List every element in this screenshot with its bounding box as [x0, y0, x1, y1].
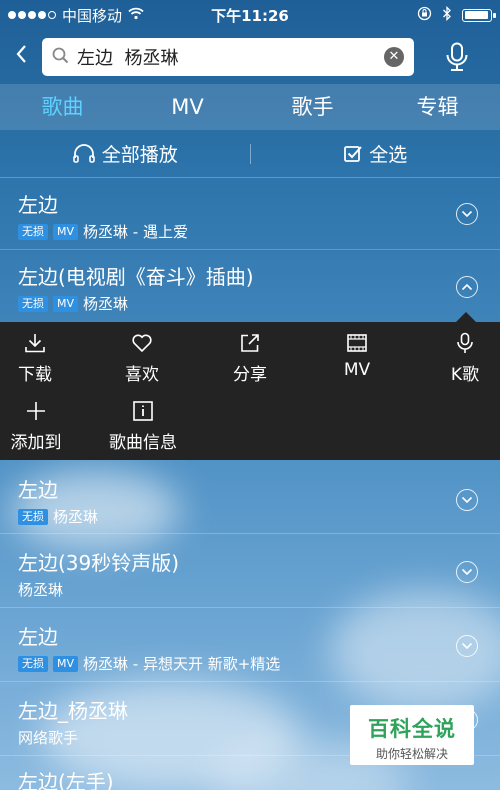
song-title: 左边(39秒铃声版) [18, 551, 180, 575]
song-artist: 杨丞琳 [18, 581, 64, 599]
tab-artists[interactable]: 歌手 [250, 84, 375, 130]
voice-search-button[interactable] [414, 42, 500, 72]
info-icon [133, 401, 153, 421]
expand-button[interactable] [456, 561, 478, 583]
add-to-label: 添加到 [10, 433, 62, 453]
watermark-logo: 百科全说 助你轻松解决 [350, 705, 474, 765]
select-all-button[interactable]: 全选 [251, 140, 500, 167]
download-label: 下载 [18, 365, 52, 385]
battery-icon [462, 8, 496, 22]
list-actions: 全部播放 全选 [0, 130, 500, 178]
like-label: 喜欢 [125, 365, 159, 385]
song-info-label: 歌曲信息 [109, 433, 177, 453]
status-bar: 中国移动 下午11:26 [0, 0, 500, 30]
play-all-button[interactable]: 全部播放 [0, 140, 250, 167]
add-to-button[interactable]: 添加到 [6, 400, 66, 453]
lossless-badge: 无损 [18, 508, 48, 525]
status-time: 下午11:26 [211, 6, 289, 25]
song-row[interactable]: 左边(39秒铃声版) 杨丞琳 [0, 534, 500, 608]
share-label: 分享 [233, 365, 267, 385]
checkbox-icon [344, 145, 362, 162]
microphone-icon [457, 332, 473, 353]
song-row[interactable]: 左边 无损 杨丞琳 [0, 460, 500, 534]
expand-button[interactable] [456, 489, 478, 511]
lossless-badge: 无损 [18, 223, 48, 240]
lossless-badge: 无损 [18, 655, 48, 672]
song-artist-album: 杨丞琳 - 遇上爱 [83, 223, 188, 241]
video-icon [347, 334, 367, 352]
share-icon [241, 334, 259, 352]
song-options-panel: 下载 喜欢 分享 MV K歌 添加到 歌曲信息 [0, 322, 500, 460]
song-meta: 网络歌手 [18, 727, 78, 748]
play-all-label: 全部播放 [101, 144, 178, 166]
category-tabs: 歌曲 MV 歌手 专辑 [0, 84, 500, 130]
collapse-button[interactable] [456, 276, 478, 298]
headphones-icon [72, 143, 95, 163]
song-title: 左边 [18, 478, 58, 502]
song-row[interactable]: 左边 无损 MV 杨丞琳 - 异想天开 新歌+精选 [0, 608, 500, 682]
watermark-subtitle: 助你轻松解决 [375, 747, 448, 761]
back-button[interactable] [0, 42, 42, 72]
microphone-icon [446, 42, 468, 71]
song-row[interactable]: 左边 无损 MV 杨丞琳 - 遇上爱 [0, 178, 500, 250]
expand-button[interactable] [456, 635, 478, 657]
song-artist-album: 杨丞琳 - 异想天开 新歌+精选 [83, 655, 281, 673]
song-row[interactable]: 左边(电视剧《奋斗》插曲) 无损 MV 杨丞琳 [0, 250, 500, 322]
chevron-down-icon [461, 642, 473, 650]
select-all-label: 全选 [369, 144, 408, 166]
search-box[interactable]: ✕ [42, 38, 414, 76]
song-artist: 杨丞琳 [83, 295, 129, 313]
heart-icon [132, 334, 152, 353]
song-title: 左边 [18, 193, 58, 217]
lossless-badge: 无损 [18, 295, 48, 312]
expand-button[interactable] [456, 203, 478, 225]
search-header: ✕ [0, 30, 500, 84]
chevron-down-icon [461, 496, 473, 504]
song-title: 左边(左手) [18, 770, 114, 790]
song-meta: 无损 杨丞琳 [18, 506, 98, 527]
tab-songs[interactable]: 歌曲 [0, 84, 125, 130]
mv-badge: MV [53, 655, 79, 672]
song-title: 左边 [18, 625, 58, 649]
mv-label: MV [343, 360, 371, 380]
song-artist: 杨丞琳 [53, 508, 99, 526]
song-artist: 网络歌手 [18, 729, 79, 747]
panel-pointer [456, 312, 476, 322]
mv-badge: MV [53, 295, 79, 312]
karaoke-label: K歌 [450, 365, 480, 385]
plus-icon [27, 402, 45, 420]
song-title: 左边(电视剧《奋斗》插曲) [18, 265, 254, 289]
chevron-down-icon [461, 210, 473, 218]
search-icon [52, 47, 69, 68]
clear-search-button[interactable]: ✕ [384, 47, 404, 67]
like-button[interactable]: 喜欢 [117, 332, 167, 385]
watermark-title: 百科全说 [368, 717, 456, 741]
song-info-button[interactable]: 歌曲信息 [105, 400, 181, 453]
share-button[interactable]: 分享 [225, 332, 275, 385]
mv-badge: MV [53, 223, 79, 240]
search-input[interactable] [77, 46, 384, 68]
song-meta: 无损 MV 杨丞琳 - 异想天开 新歌+精选 [18, 653, 280, 674]
song-title: 左边_杨丞琳 [18, 699, 128, 723]
chevron-down-icon [461, 568, 473, 576]
download-button[interactable]: 下载 [10, 332, 60, 385]
song-meta: 无损 MV 杨丞琳 [18, 293, 128, 314]
karaoke-button[interactable]: K歌 [440, 332, 490, 385]
tab-albums[interactable]: 专辑 [375, 84, 500, 130]
mv-button[interactable]: MV [332, 332, 382, 380]
song-meta: 无损 MV 杨丞琳 - 遇上爱 [18, 221, 188, 242]
tab-mv[interactable]: MV [125, 84, 250, 130]
song-meta: 杨丞琳 [18, 579, 63, 600]
download-icon [25, 334, 45, 353]
chevron-up-icon [461, 283, 473, 291]
chevron-left-icon [16, 45, 26, 63]
